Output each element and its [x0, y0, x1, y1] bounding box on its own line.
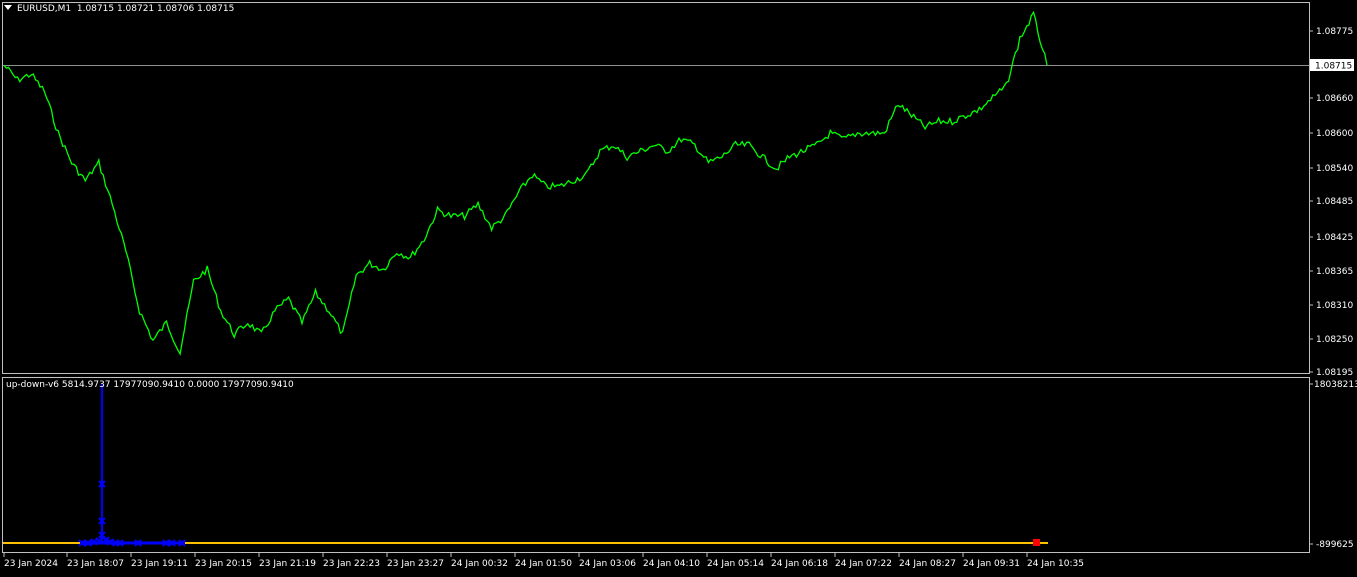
price-axis-label: 1.08425: [1316, 233, 1353, 243]
symbol-label: EURUSD,M1: [17, 4, 72, 14]
time-axis-label: 24 Jan 04:10: [643, 559, 700, 569]
chart-canvas[interactable]: 1.08775 1.08660 1.08600 1.08540 1.08485 1.084…: [0, 0, 1357, 573]
indicator-down-marker: [1033, 539, 1040, 546]
time-axis-label: 24 Jan 08:27: [899, 559, 956, 569]
time-axis-label: 23 Jan 19:11: [131, 559, 188, 569]
time-axis-label: 24 Jan 05:14: [707, 559, 764, 569]
time-axis-label: 24 Jan 06:18: [771, 559, 828, 569]
indicator-scale-top: 18038213: [1314, 380, 1357, 390]
indicator-label: up-down-v6 5814.9737 17977090.9410 0.000…: [6, 380, 294, 390]
time-axis-label: 23 Jan 2024: [4, 559, 58, 569]
price-axis-label: 1.08250: [1316, 335, 1353, 345]
time-axis-label: 24 Jan 01:50: [515, 559, 572, 569]
price-axis-label: 1.08365: [1316, 267, 1353, 277]
ohlc-values: 1.08715 1.08721 1.08706 1.08715: [76, 4, 235, 14]
time-axis-label: 23 Jan 18:07: [67, 559, 124, 569]
chart-header[interactable]: EURUSD,M1 1.08715 1.08721 1.08706 1.0871…: [4, 4, 234, 14]
price-axis-label: 1.08540: [1316, 164, 1353, 174]
price-axis-label: 1.08775: [1316, 27, 1353, 37]
time-axis-label: 23 Jan 23:27: [387, 559, 444, 569]
trading-chart-window[interactable]: 1.08775 1.08660 1.08600 1.08540 1.08485 1.084…: [0, 0, 1357, 573]
time-axis-label: 23 Jan 22:23: [323, 559, 380, 569]
collapse-triangle-icon[interactable]: [4, 5, 12, 10]
price-axis-label: 1.08600: [1316, 129, 1353, 139]
time-axis-label: 24 Jan 03:06: [579, 559, 636, 569]
indicator-scale-bottom: -899625: [1316, 540, 1354, 550]
time-axis-label: 23 Jan 20:15: [195, 559, 252, 569]
time-axis-label: 24 Jan 09:31: [963, 559, 1020, 569]
price-axis-label: 1.08195: [1316, 368, 1353, 378]
time-axis-label: 24 Jan 00:32: [451, 559, 508, 569]
price-axis-label: 1.08310: [1316, 301, 1353, 311]
time-axis-label: 24 Jan 07:22: [835, 559, 892, 569]
price-axis-label: 1.08485: [1316, 197, 1353, 207]
price-axis-label: 1.08660: [1316, 94, 1353, 104]
time-axis-label: 24 Jan 10:35: [1027, 559, 1084, 569]
time-axis-label: 23 Jan 21:19: [259, 559, 316, 569]
current-price-label: 1.08715: [1315, 62, 1352, 72]
